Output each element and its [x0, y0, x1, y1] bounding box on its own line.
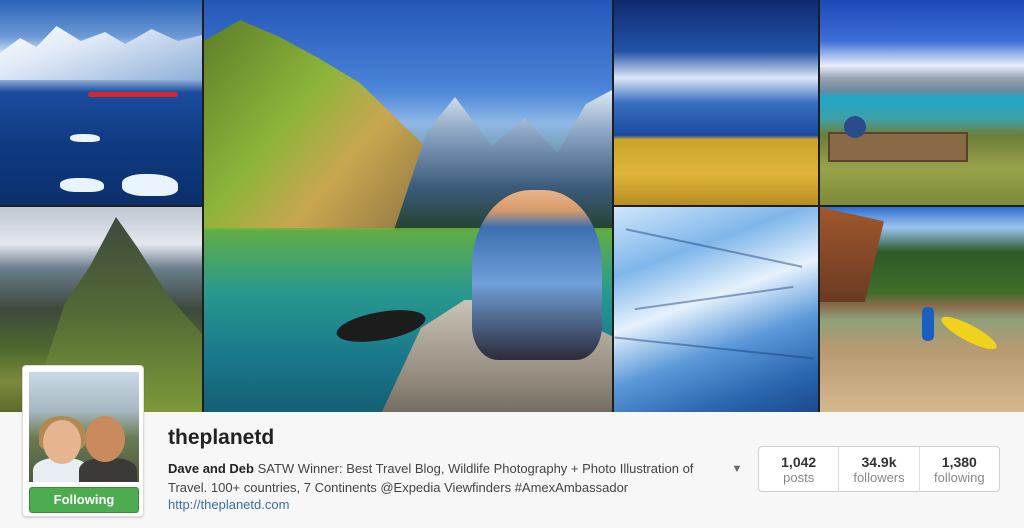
photo-ice-crack [634, 285, 794, 311]
photo-tile-storm-field[interactable] [614, 0, 818, 205]
stat-posts-label: posts [783, 470, 815, 485]
photo-kayak [88, 92, 178, 97]
stat-followers[interactable]: 34.9k followers [839, 447, 920, 491]
photo-ice-crack [625, 228, 803, 268]
photo-person [922, 307, 934, 341]
photo-tile-bench-lake[interactable] [820, 0, 1024, 205]
photo-sitting-person [844, 116, 866, 138]
photo-tile-beach-kayak[interactable] [820, 207, 1024, 412]
photo-tile-lake-canoe[interactable] [204, 0, 612, 412]
following-button[interactable]: Following [29, 487, 139, 513]
stat-following-value: 1,380 [941, 454, 977, 470]
profile-website-link[interactable]: http://theplanetd.com [168, 497, 289, 512]
stat-followers-label: followers [853, 470, 905, 485]
stat-followers-value: 34.9k [861, 454, 897, 470]
profile-username: theplanetd [168, 426, 275, 449]
photo-ice [60, 178, 104, 192]
photo-tile-antarctica-kayak[interactable] [0, 0, 202, 205]
stat-posts[interactable]: 1,042 posts [759, 447, 840, 491]
profile-bio: Dave and Deb SATW Winner: Best Travel Bl… [168, 459, 728, 497]
photo-mosaic [0, 0, 1024, 412]
photo-paddler [472, 190, 602, 360]
stat-following[interactable]: 1,380 following [920, 447, 999, 491]
photo-ice-crack [614, 336, 814, 360]
photo-ice [70, 134, 100, 142]
profile-stats: 1,042 posts 34.9k followers 1,380 follow… [758, 446, 1000, 492]
chevron-down-icon[interactable]: ▼ [730, 463, 744, 475]
avatar-face-left [43, 420, 81, 464]
stat-following-label: following [934, 470, 985, 485]
photo-tile-glacier[interactable] [614, 207, 818, 412]
photo-mountains [0, 26, 202, 80]
avatar-face-right [85, 416, 125, 462]
profile-display-name: Dave and Deb [168, 461, 254, 476]
stat-posts-value: 1,042 [781, 454, 817, 470]
avatar-card: Following [22, 365, 144, 517]
avatar[interactable] [29, 372, 139, 482]
photo-kayak [937, 311, 1001, 355]
photo-cliff [820, 207, 884, 302]
photo-ice [122, 174, 178, 196]
